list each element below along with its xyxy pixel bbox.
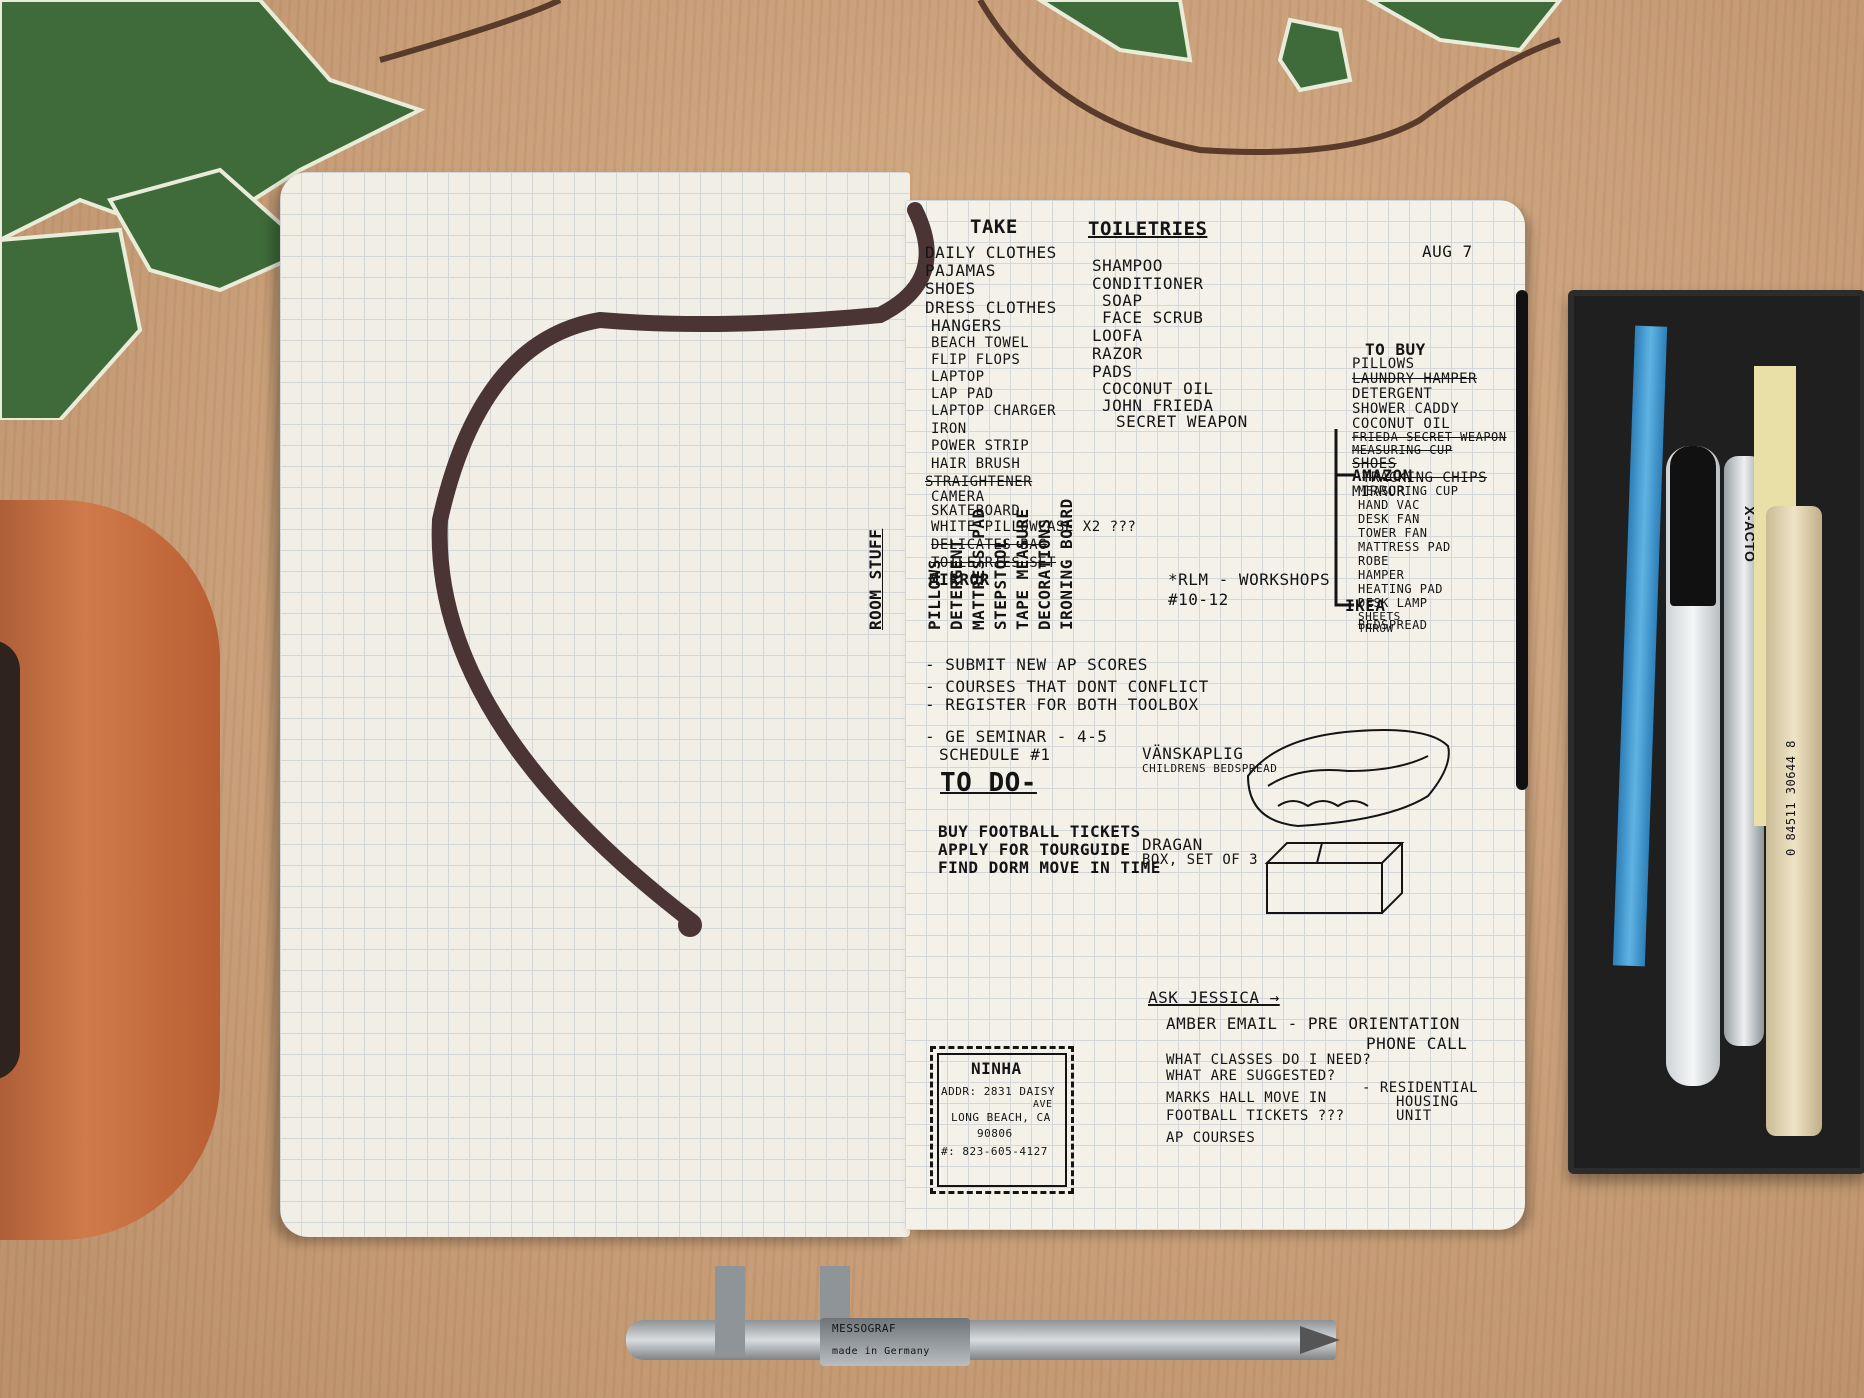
rlm-line: #10-12 (1168, 590, 1229, 609)
stamp-line: #: 823-605-4127 (941, 1145, 1048, 1158)
room-stuff-title: ROOM STUFF (866, 528, 885, 630)
blue-pencil (1612, 325, 1668, 967)
ask-title: ASK JESSICA → (1148, 988, 1280, 1007)
list-item: LOOFA (1092, 326, 1143, 345)
desk-photo: TAKE DAILY CLOTHES PAJAMAS SHOES DRESS C… (0, 0, 1864, 1398)
stamp-line: LONG BEACH, CA (951, 1111, 1051, 1124)
list-item: DECORATIONS (1035, 518, 1054, 630)
marker-cap (1670, 446, 1716, 606)
sketch-sublabel: BOX, SET OF 3 (1142, 852, 1259, 868)
list-item: AMBER EMAIL - PRE ORIENTATION (1166, 1014, 1460, 1033)
list-item: SECRET WEAPON (1116, 412, 1248, 431)
list-item: MEASURING CUP (1358, 484, 1459, 498)
list-item: - REGISTER FOR BOTH TOOLBOX (925, 695, 1199, 714)
list-item: IRONING BOARD (1057, 498, 1076, 630)
rlm-line: *RLM - WORKSHOPS (1168, 570, 1331, 589)
list-item: HAND VAC (1358, 498, 1420, 512)
list-item: - GE SEMINAR - 4-5 (925, 727, 1108, 746)
box-sketch-icon (1264, 842, 1405, 914)
amazon-title: AMAZON (1352, 466, 1413, 485)
list-item: BEACH TOWEL (931, 335, 1030, 351)
list-item: TAPE MEASURE (1013, 508, 1032, 630)
list-item: PILLOWS (925, 559, 944, 630)
sketch-label: VÄNSKAPLIG (1142, 744, 1244, 763)
list-item: LAUNDRY HAMPER (1352, 371, 1478, 387)
list-item: DESK FAN (1358, 512, 1420, 526)
list-item: SHOWER CADDY (1352, 401, 1460, 417)
barcode-label: 0 84511 30644 8 (1784, 740, 1798, 856)
bedspread-sketch-icon (1246, 729, 1450, 828)
list-item: HEATING PAD (1358, 582, 1443, 596)
list-item: DETERGENT (947, 538, 966, 630)
list-item: FIND DORM MOVE IN TIME (938, 858, 1161, 877)
page-date: AUG 7 (1422, 242, 1473, 261)
list-item: WHAT CLASSES DO I NEED? (1166, 1052, 1372, 1068)
stamp-title: NINHA (971, 1059, 1022, 1078)
list-item: WHITE PILLOWCASE x2 ??? (931, 519, 1137, 535)
toiletries-title: TOILETRIES (1088, 218, 1208, 240)
list-item: PHONE CALL (1366, 1034, 1468, 1053)
stamp-line: AVE (1033, 1099, 1053, 1110)
caliper-jaw (715, 1266, 745, 1356)
list-item: APPLY FOR TOURGUIDE (938, 840, 1131, 859)
list-item: - COURSES THAT DONT CONFLICT (925, 677, 1209, 696)
list-item: SHOES (925, 279, 976, 298)
list-item: PILLOWS (1352, 356, 1415, 372)
bracket-arrow-icon (1334, 429, 1354, 607)
caliper-label: MESSOGRAF (832, 1322, 897, 1335)
list-item: HAIR BRUSH (931, 456, 1021, 472)
list-item: MEASURING CUP (1352, 443, 1453, 457)
elastic-band (1516, 290, 1528, 790)
list-item: HAMPER (1358, 568, 1405, 582)
list-item: TOWER FAN (1358, 526, 1428, 540)
take-title: TAKE (970, 216, 1018, 238)
address-stamp: NINHA ADDR: 2831 DAISY AVE LONG BEACH, C… (930, 1046, 1074, 1194)
list-item: - SUBMIT NEW AP SCORES (925, 655, 1148, 674)
list-item: MATTRESS PAD (1358, 540, 1451, 554)
list-item: SCHEDULE #1 (939, 745, 1051, 764)
list-item: DETERGENT (1352, 386, 1433, 402)
list-item: AP COURSES (1166, 1130, 1256, 1146)
list-item: IRON (931, 421, 967, 437)
list-item: RAZOR (1092, 344, 1143, 363)
list-item: MATTRESS PAD (969, 508, 988, 630)
list-item: BUY FOOTBALL TICKETS (938, 822, 1141, 841)
list-item: POWER STRIP (931, 438, 1030, 454)
stamp-line: ADDR: 2831 DAISY (941, 1085, 1055, 1098)
list-item: MARKS HALL MOVE IN (1166, 1090, 1327, 1106)
list-item: FOOTBALL TICKETS ??? (1166, 1108, 1345, 1124)
list-item: PAJAMAS (925, 261, 996, 280)
list-item: DAILY CLOTHES (925, 243, 1057, 262)
caliper-label: made in Germany (832, 1346, 930, 1357)
list-item: HANGERS (931, 316, 1002, 335)
list-item: DRESS CLOTHES (925, 298, 1057, 317)
list-item: STEPSTOOL (991, 538, 1010, 630)
list-item: FRIEDA SECRET WEAPON (1352, 430, 1507, 444)
pen-tray-icon: X-ACTO 0 84511 30644 8 (1568, 290, 1864, 1174)
stamp-line: 90806 (977, 1127, 1013, 1140)
list-item: LAP PAD (931, 386, 994, 402)
list-item: SHAMPOO (1092, 256, 1163, 275)
list-item: ROBE (1358, 554, 1389, 568)
list-item: LAPTOP CHARGER (931, 403, 1057, 419)
list-item: UNIT (1396, 1108, 1432, 1124)
list-item: LAPTOP (931, 369, 985, 385)
list-item: STRAIGHTENER (925, 474, 1033, 490)
list-item: BEDSPREAD (1358, 618, 1428, 632)
todo-title: TO DO- (940, 768, 1037, 798)
list-item: FACE SCRUB (1102, 308, 1204, 327)
list-item: WHAT ARE SUGGESTED? (1166, 1068, 1336, 1084)
list-item: FLIP FLOPS (931, 352, 1021, 368)
